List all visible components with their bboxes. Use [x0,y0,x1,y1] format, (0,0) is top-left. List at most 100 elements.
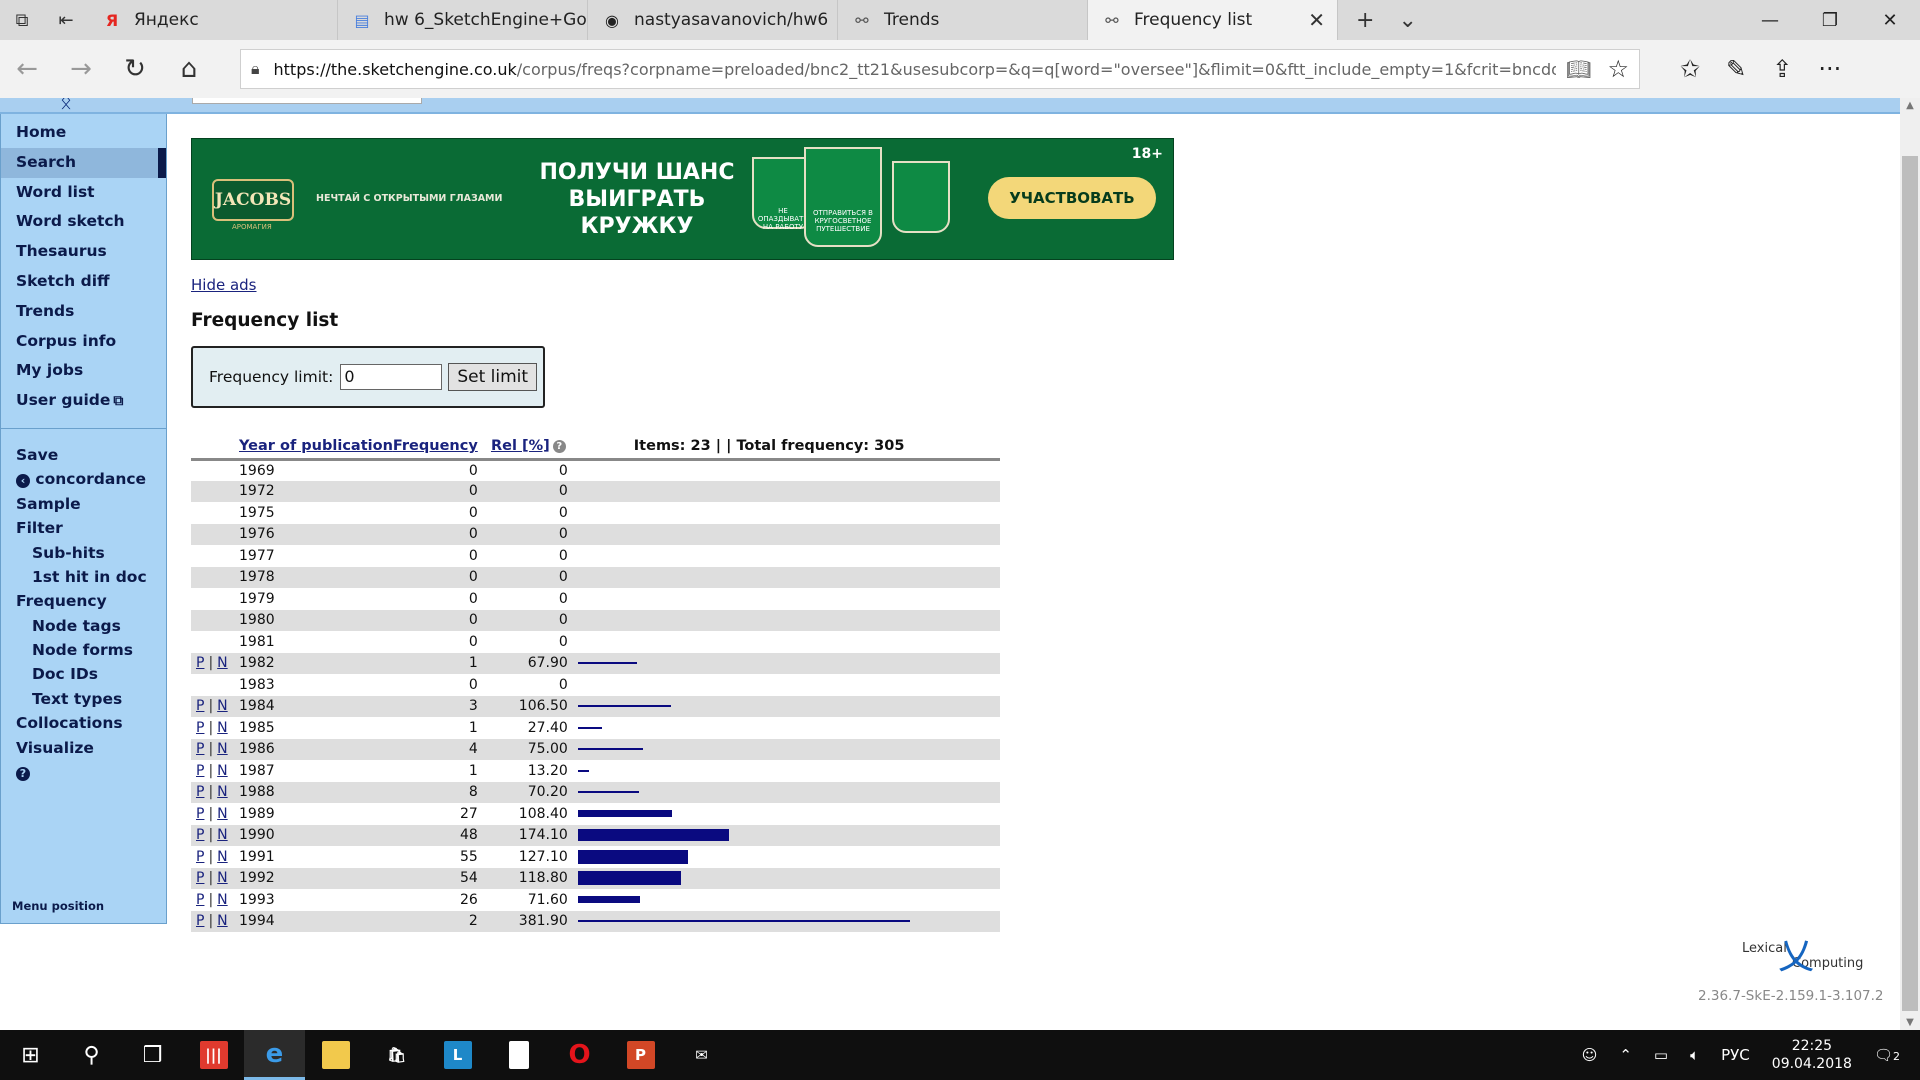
taskbar-file[interactable] [488,1030,549,1080]
taskbar-store[interactable]: 🛍︎ [366,1030,427,1080]
sidebar-item-text-types[interactable]: Text types [1,687,166,711]
reading-view-icon[interactable]: 📖︎ [1566,57,1591,81]
sort-by-frequency-link[interactable]: Frequency [393,438,478,454]
negative-filter-link[interactable]: N [217,655,227,671]
taskbar-app-red[interactable]: ||| [183,1030,244,1080]
negative-filter-link[interactable]: N [217,849,227,865]
negative-filter-link[interactable]: N [217,892,227,908]
sidebar-item-collocations[interactable]: Collocations [1,711,166,735]
negative-filter-link[interactable]: N [217,784,227,800]
positive-filter-link[interactable]: P [196,784,204,800]
set-limit-button[interactable]: Set limit [448,363,538,391]
sort-by-year-link[interactable]: Year of publication [239,438,393,454]
clock[interactable]: 22:25 09.04.2018 [1772,1037,1852,1073]
scrollbar-thumb[interactable] [1902,156,1918,1011]
battery-icon[interactable]: ▭ [1654,1046,1668,1064]
sidebar-item-sub-hits[interactable]: Sub-hits [1,541,166,565]
positive-filter-link[interactable]: P [196,827,204,843]
restore-icon[interactable]: ❐ [1800,0,1860,40]
positive-filter-link[interactable]: P [196,655,204,671]
negative-filter-link[interactable]: N [217,827,227,843]
new-tab-icon[interactable]: + [1356,8,1374,33]
sidebar-item-word-sketch[interactable]: Word sketch [1,207,166,237]
sidebar-item-save[interactable]: Save [1,443,166,467]
sidebar-item-frequency[interactable]: Frequency [1,589,166,613]
page-scrollbar[interactable]: ▲ ▼ [1900,98,1920,1030]
sidebar-item-my-jobs[interactable]: My jobs [1,356,166,386]
taskbar-edge[interactable]: e [244,1030,305,1080]
people-icon[interactable]: ☺ [1582,1046,1598,1064]
sidebar-item-search[interactable]: Search [1,147,166,178]
share-icon[interactable]: ⇪ [1772,55,1792,83]
sidebar-item-filter[interactable]: Filter [1,516,166,540]
windows-start-icon[interactable]: ⊞ [0,1030,61,1080]
task-view-icon[interactable]: ❒ [122,1030,183,1080]
positive-filter-link[interactable]: P [196,913,204,929]
back-arrow-icon[interactable]: ← [0,40,54,98]
tab-frequency-list[interactable]: ⚯ Frequency list ✕ [1088,0,1338,40]
search-icon[interactable]: ⚲ [61,1030,122,1080]
favorite-star-icon[interactable]: ☆ [1607,55,1629,83]
set-tabs-aside-icon[interactable]: ⇤ [44,0,88,40]
menu-position-link[interactable]: Menu position [12,899,104,913]
taskbar-lingualeo[interactable]: L [427,1030,488,1080]
sidebar-item-corpus-info[interactable]: Corpus info [1,327,166,357]
sidebar-item-trends[interactable]: Trends [1,297,166,327]
close-tab-icon[interactable]: ✕ [1308,8,1325,32]
negative-filter-link[interactable]: N [217,741,227,757]
ad-participate-button[interactable]: УЧАСТВОВАТЬ [988,177,1156,219]
positive-filter-link[interactable]: P [196,806,204,822]
sidebar-item-doc-ids[interactable]: Doc IDs [1,662,166,686]
taskbar-powerpoint[interactable]: P [610,1030,671,1080]
positive-filter-link[interactable]: P [196,763,204,779]
hide-ads-link[interactable]: Hide ads [191,276,257,294]
sidebar-item-word-list[interactable]: Word list [1,178,166,208]
url-field[interactable]: 🔒︎ https://the.sketchengine.co.uk /corpu… [240,49,1640,89]
web-note-icon[interactable]: ✎ [1726,55,1746,83]
sidebar-item-node-forms[interactable]: Node forms [1,638,166,662]
more-menu-icon[interactable]: ··· [1818,55,1841,83]
taskbar-explorer[interactable] [305,1030,366,1080]
tab-preview-chevron-icon[interactable]: ⌄ [1398,8,1416,33]
tab-overview-icon[interactable]: ⧉ [0,0,44,40]
negative-filter-link[interactable]: N [217,913,227,929]
forward-arrow-icon[interactable]: → [54,40,108,98]
sidebar-item-sample[interactable]: Sample [1,492,166,516]
refresh-icon[interactable]: ↻ [108,40,162,98]
positive-filter-link[interactable]: P [196,892,204,908]
chevron-up-icon[interactable]: ⌃ [1619,1046,1632,1064]
positive-filter-link[interactable]: P [196,849,204,865]
tab-github[interactable]: ◉ nastyasavanovich/hw6 [588,0,838,40]
volume-icon[interactable]: 🔈︎ [1690,1046,1699,1064]
input-language[interactable]: РУС [1721,1046,1750,1064]
positive-filter-link[interactable]: P [196,741,204,757]
sidebar-item-sketch-diff[interactable]: Sketch diff [1,267,166,297]
scroll-down-arrow-icon[interactable]: ▼ [1900,1017,1920,1028]
negative-filter-link[interactable]: N [217,763,227,779]
sketchengine-logo-fragment[interactable]: ᛝ [60,98,72,112]
minimize-icon[interactable]: — [1740,0,1800,40]
sort-by-rel-link[interactable]: Rel [%] [491,438,550,454]
positive-filter-link[interactable]: P [196,720,204,736]
taskbar-mail[interactable]: ✉ [671,1030,732,1080]
action-center-icon[interactable]: 🗨︎2 [1874,1046,1900,1064]
negative-filter-link[interactable]: N [217,698,227,714]
tab-trends[interactable]: ⚯ Trends [838,0,1088,40]
tab-google-doc[interactable]: ▤ hw 6_SketchEngine+Google [338,0,588,40]
scroll-up-arrow-icon[interactable]: ▲ [1900,100,1920,111]
taskbar-opera[interactable]: O [549,1030,610,1080]
sidebar-item-user-guide[interactable]: User guide ⧉ [1,386,166,416]
sidebar-item-visualize[interactable]: Visualize [1,736,166,760]
favorites-hub-icon[interactable]: ✩ [1680,55,1700,83]
negative-filter-link[interactable]: N [217,806,227,822]
positive-filter-link[interactable]: P [196,870,204,886]
sidebar-item-node-tags[interactable]: Node tags [1,614,166,638]
sidebar-item-home[interactable]: Home [1,118,166,148]
home-icon[interactable]: ⌂ [162,40,216,98]
negative-filter-link[interactable]: N [217,720,227,736]
close-window-icon[interactable]: ✕ [1860,0,1920,40]
lexical-computing-logo[interactable]: Lexical 乂 Computing [1742,936,1900,977]
ad-banner[interactable]: JACOBS АРОМАГИЯ НЕЧТАЙ С ОТКРЫТЫМИ ГЛАЗА… [191,138,1174,260]
top-search-box-fragment[interactable] [192,98,422,104]
sidebar-item-first-hit[interactable]: 1st hit in doc [1,565,166,589]
